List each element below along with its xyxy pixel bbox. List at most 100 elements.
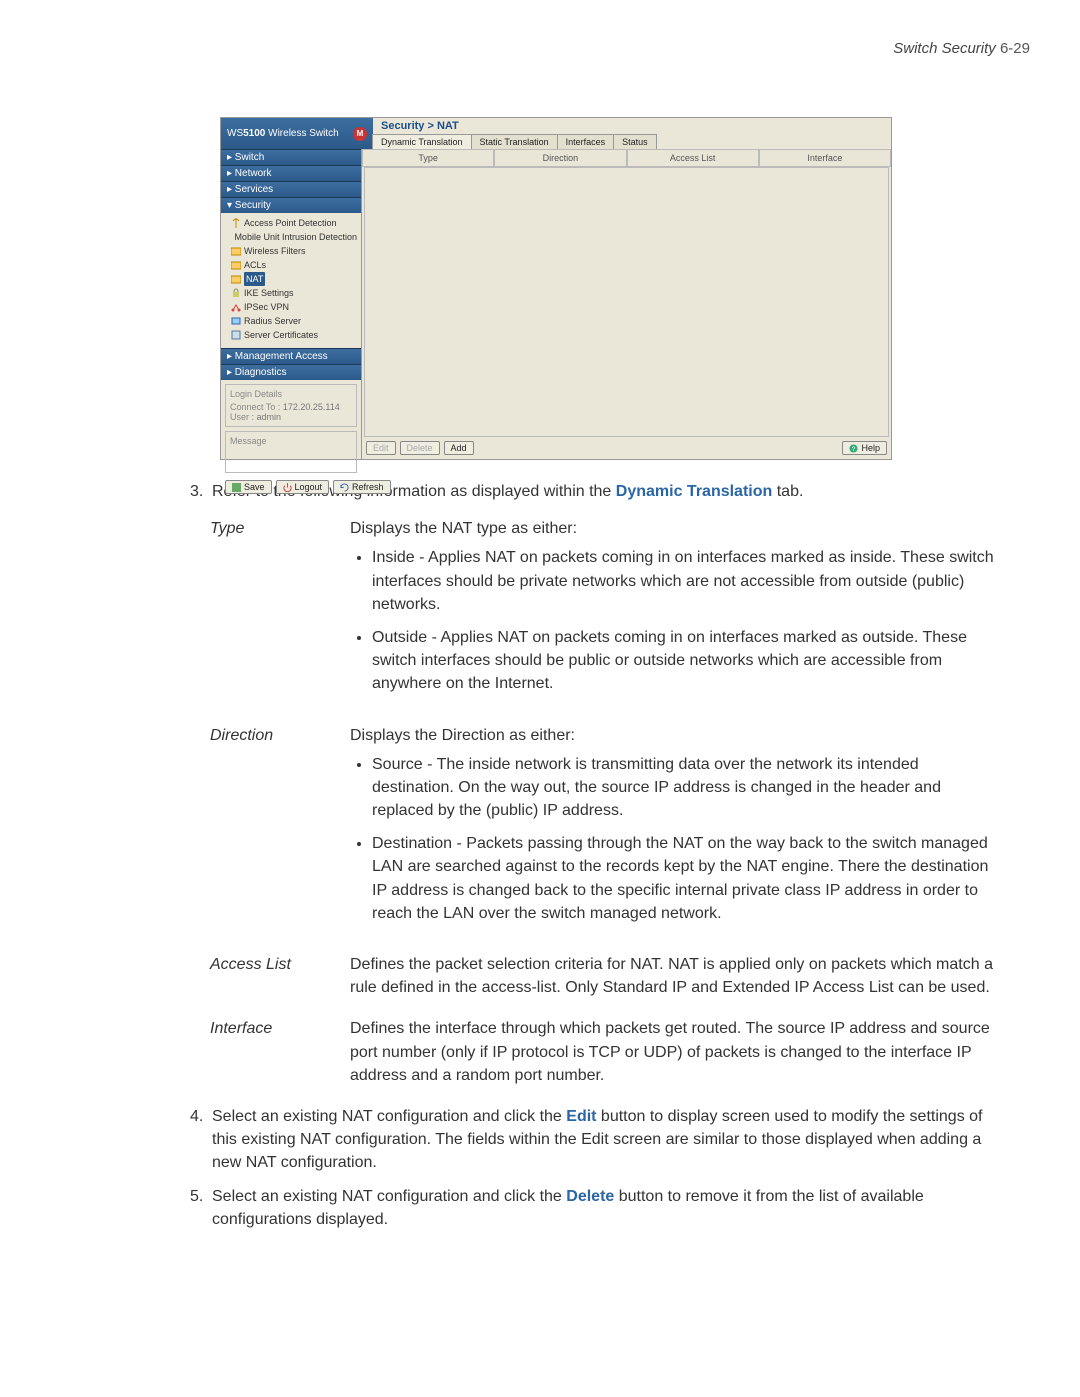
link-delete: Delete — [566, 1188, 614, 1205]
save-button[interactable]: Save — [225, 480, 272, 494]
edit-button[interactable]: Edit — [366, 441, 396, 455]
app-screenshot: WS5100 Wireless Switch M Security > NAT … — [220, 117, 892, 460]
tree-label: Radius Server — [244, 314, 301, 328]
certificate-icon — [231, 330, 241, 340]
tree-label: Wireless Filters — [244, 244, 306, 258]
tab-static-translation[interactable]: Static Translation — [471, 134, 558, 149]
brand-badge-icon: M — [353, 127, 367, 141]
def-bullet: Source - The inside network is transmitt… — [372, 753, 1000, 823]
document-content: 3. Refer to the following information as… — [50, 480, 1030, 1231]
tree-server-certificates[interactable]: Server Certificates — [225, 328, 357, 342]
tree-label: IPSec VPN — [244, 300, 289, 314]
button-label: Help — [861, 443, 880, 453]
def-lead: Displays the Direction as either: — [350, 727, 575, 744]
login-title: Login Details — [230, 389, 352, 399]
tree-mobile-intrusion[interactable]: Mobile Unit Intrusion Detection — [225, 230, 357, 244]
tree-label: IKE Settings — [244, 286, 294, 300]
def-text: Defines the packet selection criteria fo… — [350, 953, 1000, 999]
def-term: Interface — [210, 1017, 350, 1087]
logout-icon — [283, 483, 292, 492]
user-value: admin — [257, 412, 282, 422]
col-access-list[interactable]: Access List — [627, 149, 759, 167]
refresh-button[interactable]: Refresh — [333, 480, 391, 494]
col-direction[interactable]: Direction — [494, 149, 626, 167]
header-page-num: 6-29 — [996, 40, 1030, 57]
def-row-interface: Interface Defines the interface through … — [210, 1017, 1000, 1087]
table-body-empty[interactable] — [364, 167, 889, 437]
def-term: Type — [210, 517, 350, 705]
tree-label-selected: NAT — [244, 272, 265, 286]
def-row-access-list: Access List Defines the packet selection… — [210, 953, 1000, 999]
sidebar-item-network[interactable]: ▸ Network — [221, 165, 361, 181]
folder-icon — [231, 260, 241, 270]
header-title-italic: Switch Security — [893, 40, 996, 57]
step-4: 4. Select an existing NAT configuration … — [190, 1105, 1000, 1175]
refresh-icon — [340, 483, 349, 492]
def-row-type: Type Displays the NAT type as either: In… — [210, 517, 1000, 705]
folder-icon — [231, 246, 241, 256]
def-bullet: Inside - Applies NAT on packets coming i… — [372, 546, 1000, 616]
tree-radius-server[interactable]: Radius Server — [225, 314, 357, 328]
security-tree: Access Point Detection Mobile Unit Intru… — [221, 213, 361, 348]
tree-ike-settings[interactable]: IKE Settings — [225, 286, 357, 300]
sidebar-item-switch[interactable]: ▸ Switch — [221, 149, 361, 165]
add-button[interactable]: Add — [444, 441, 474, 455]
button-label: Logout — [295, 482, 323, 492]
button-label: Refresh — [352, 482, 384, 492]
sidebar-item-security[interactable]: ▾ Security — [221, 197, 361, 213]
def-lead: Displays the NAT type as either: — [350, 520, 577, 537]
sidebar-item-management-access[interactable]: ▸ Management Access — [221, 348, 361, 364]
col-type[interactable]: Type — [362, 149, 494, 167]
logout-button[interactable]: Logout — [276, 480, 330, 494]
def-bullet: Destination - Packets passing through th… — [372, 832, 1000, 925]
lock-icon — [231, 288, 241, 298]
tab-dynamic-translation[interactable]: Dynamic Translation — [372, 134, 472, 149]
link-dynamic-translation: Dynamic Translation — [616, 483, 773, 500]
delete-button[interactable]: Delete — [400, 441, 440, 455]
sidebar: ▸ Switch ▸ Network ▸ Services ▾ Security… — [221, 149, 362, 459]
tree-label: Mobile Unit Intrusion Detection — [234, 230, 357, 244]
sidebar-item-diagnostics[interactable]: ▸ Diagnostics — [221, 364, 361, 380]
step-text: Select an existing NAT configuration and… — [212, 1188, 566, 1205]
link-edit: Edit — [566, 1108, 596, 1125]
tree-label: Access Point Detection — [244, 216, 337, 230]
step-5: 5. Select an existing NAT configuration … — [190, 1185, 1000, 1231]
message-title: Message — [230, 436, 267, 446]
save-icon — [232, 483, 241, 492]
def-bullet: Outside - Applies NAT on packets coming … — [372, 626, 1000, 696]
tree-ipsec-vpn[interactable]: IPSec VPN — [225, 300, 357, 314]
def-term: Access List — [210, 953, 350, 999]
tab-interfaces[interactable]: Interfaces — [557, 134, 615, 149]
tree-label: Server Certificates — [244, 328, 318, 342]
antenna-icon — [231, 218, 241, 228]
button-label: Save — [244, 482, 265, 492]
main-panel: Type Direction Access List Interface Edi… — [362, 149, 891, 459]
breadcrumb: Security > NAT — [373, 118, 891, 134]
tab-status[interactable]: Status — [613, 134, 657, 149]
step-number: 5. — [190, 1185, 212, 1231]
step-number: 3. — [190, 480, 212, 503]
step-text: tab. — [772, 483, 803, 500]
step-text: Select an existing NAT configuration and… — [212, 1108, 566, 1125]
login-details-box: Login Details Connect To : 172.20.25.114… — [225, 384, 357, 427]
tab-bar: Dynamic Translation Static Translation I… — [373, 134, 891, 149]
page-header: Switch Security 6-29 — [50, 40, 1030, 57]
brand-prefix: WS — [227, 128, 243, 139]
user-label: User : — [230, 412, 254, 422]
tree-label: ACLs — [244, 258, 266, 272]
connect-label: Connect To : — [230, 402, 280, 412]
tree-nat[interactable]: NAT — [225, 272, 357, 286]
tree-acls[interactable]: ACLs — [225, 258, 357, 272]
tree-wireless-filters[interactable]: Wireless Filters — [225, 244, 357, 258]
col-interface[interactable]: Interface — [759, 149, 891, 167]
connect-value: 172.20.25.114 — [283, 402, 340, 412]
folder-icon — [231, 274, 241, 284]
brand-bar: WS5100 Wireless Switch M — [221, 118, 373, 149]
sidebar-item-services[interactable]: ▸ Services — [221, 181, 361, 197]
tree-access-point-detection[interactable]: Access Point Detection — [225, 216, 357, 230]
message-box: Message — [225, 431, 357, 473]
def-term: Direction — [210, 724, 350, 936]
step-number: 4. — [190, 1105, 212, 1175]
help-button[interactable]: ?Help — [842, 441, 887, 455]
def-row-direction: Direction Displays the Direction as eith… — [210, 724, 1000, 936]
